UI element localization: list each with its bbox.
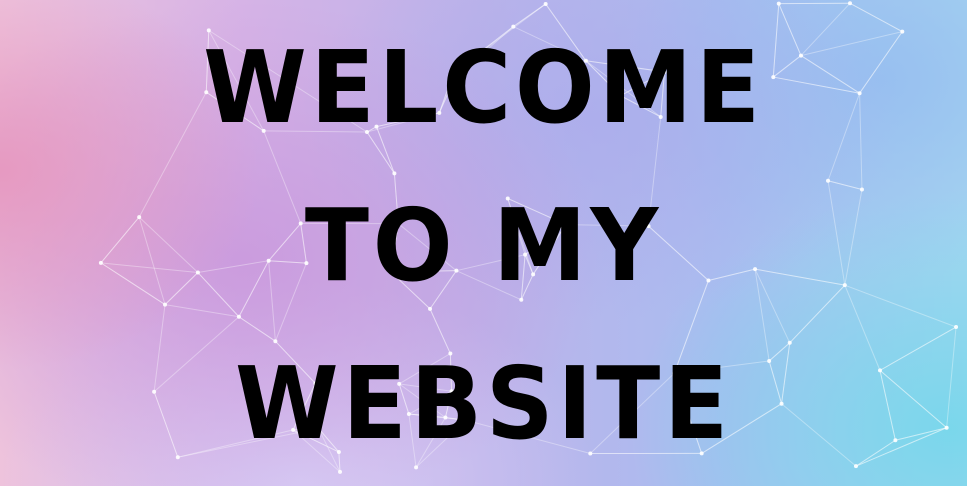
network-line [827, 180, 863, 191]
network-node [236, 314, 241, 319]
network-node [787, 340, 792, 345]
network-node [859, 187, 864, 192]
network-node [338, 469, 343, 474]
network-line [164, 304, 240, 318]
network-line [238, 316, 276, 342]
network-node [414, 465, 419, 470]
network-node [175, 455, 180, 460]
network-line [849, 2, 903, 33]
welcome-heading-line-3: WEBSITE [235, 345, 732, 462]
welcome-heading-line-1: WELCOME [203, 29, 764, 146]
network-node [847, 1, 852, 6]
network-line [946, 326, 957, 428]
network-node [543, 1, 548, 6]
welcome-heading-line-2: TO MY [304, 187, 663, 304]
